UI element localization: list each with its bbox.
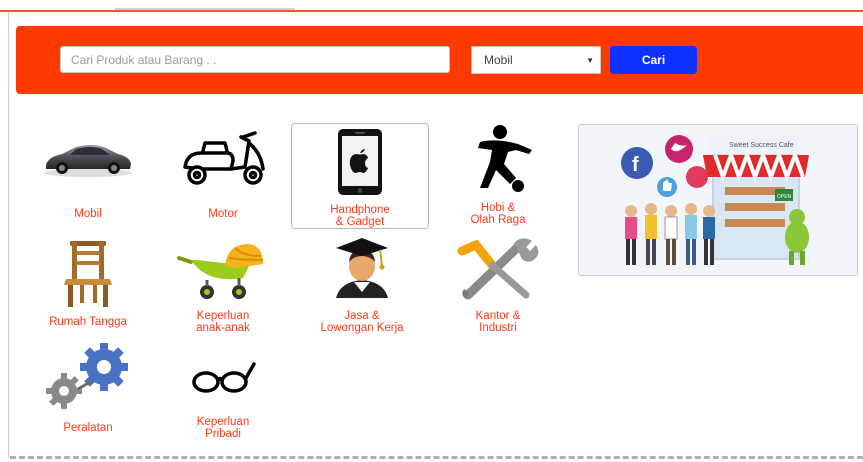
category-label: Jasa & Lowongan Kerja: [320, 310, 404, 334]
gears-icon: [28, 342, 148, 410]
category-peralatan[interactable]: Peralatan: [28, 342, 148, 446]
smartphone-icon: [292, 128, 428, 196]
bottom-divider: [10, 456, 863, 459]
category-keperluan-pribadi[interactable]: Keperluan Pribadi: [163, 342, 283, 446]
banner-sign: Sweet Success Cafe: [729, 142, 794, 149]
category-label: Keperluan anak-anak: [196, 310, 250, 334]
search-button[interactable]: Cari: [610, 46, 697, 74]
chat-bubble-icon: [686, 166, 708, 188]
category-label: Handphone & Gadget: [330, 204, 390, 228]
car-icon: [28, 124, 148, 192]
category-motor[interactable]: Motor: [163, 124, 283, 228]
svg-text:f: f: [632, 154, 639, 176]
scooter-icon: [163, 124, 283, 192]
banner-open-sign: OPEN: [777, 194, 792, 200]
category-hobi-olah-raga[interactable]: Hobi & Olah Raga: [438, 124, 558, 228]
category-label: Peralatan: [63, 422, 113, 434]
category-label: Motor: [208, 208, 238, 220]
category-label: Keperluan Pribadi: [196, 416, 250, 440]
stroller-icon: [163, 236, 283, 304]
category-rumah-tangga[interactable]: Rumah Tangga: [28, 236, 148, 340]
category-mobil[interactable]: Mobil: [28, 124, 148, 228]
soccer-player-icon: [438, 124, 558, 192]
promo-banner[interactable]: Sweet Success Cafe OPEN f: [578, 124, 858, 276]
glasses-icon: [163, 342, 283, 410]
top-accent-line: [0, 10, 863, 12]
category-label: Hobi & Olah Raga: [470, 202, 526, 226]
left-border: [8, 12, 9, 458]
chair-icon: [28, 236, 148, 310]
category-label: Rumah Tangga: [49, 316, 127, 328]
category-kantor-industri[interactable]: Kantor & Industri: [438, 236, 558, 340]
graduate-icon: [302, 236, 422, 304]
tools-icon: [438, 236, 558, 304]
category-handphone-gadget[interactable]: Handphone & Gadget: [291, 123, 429, 229]
category-keperluan-anak[interactable]: Keperluan anak-anak: [163, 236, 283, 340]
category-label: Mobil: [74, 208, 102, 220]
search-input[interactable]: [60, 46, 450, 73]
search-bar: Mobil ▼ Cari: [16, 26, 863, 94]
category-select[interactable]: Mobil ▼: [471, 46, 601, 74]
category-select-value: Mobil: [484, 53, 513, 67]
category-jasa-lowongan[interactable]: Jasa & Lowongan Kerja: [302, 236, 422, 340]
chevron-down-icon: ▼: [586, 56, 594, 65]
category-label: Kantor & Industri: [475, 310, 521, 334]
